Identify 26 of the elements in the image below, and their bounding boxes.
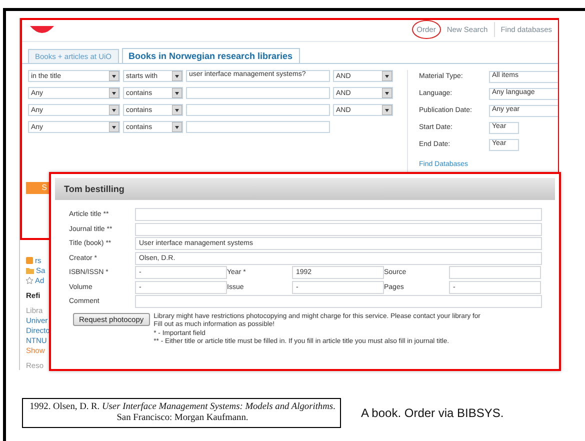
dropdown-arrow-icon bbox=[172, 71, 182, 81]
input-field[interactable] bbox=[135, 295, 542, 308]
dropdown-arrow-icon bbox=[109, 88, 119, 98]
input-field[interactable] bbox=[449, 266, 541, 280]
dropdown-arrow-icon bbox=[109, 105, 119, 115]
dropdown-arrow-icon bbox=[382, 88, 392, 98]
input-field[interactable] bbox=[135, 222, 542, 236]
search-input[interactable] bbox=[186, 104, 330, 116]
dialog-title: Tom bestilling bbox=[55, 178, 555, 200]
dropdown-arrow-icon bbox=[172, 122, 182, 132]
dropdown-arrow-icon bbox=[109, 122, 119, 132]
tab[interactable]: Books in Norwegian research libraries bbox=[122, 48, 300, 63]
star-icon bbox=[26, 277, 33, 284]
dropdown-arrow-icon bbox=[172, 88, 182, 98]
dropdown-arrow-icon bbox=[382, 105, 392, 115]
input-field[interactable] bbox=[135, 208, 542, 222]
search-input[interactable] bbox=[186, 121, 330, 133]
dropdown-arrow-icon bbox=[172, 105, 182, 115]
feed-icon bbox=[26, 257, 33, 264]
folder-icon bbox=[26, 267, 34, 274]
citation-text: 1992. Olsen, D. R. User Interface Management Systems: Models and Algorithms. San Francisco: Morgan Kaufmann. bbox=[22, 398, 341, 428]
search-input[interactable] bbox=[186, 87, 330, 99]
dropdown-arrow-icon bbox=[382, 71, 392, 81]
logo-icon bbox=[30, 26, 54, 34]
caption-text: A book. Order via BIBSYS. bbox=[361, 406, 504, 420]
dropdown-arrow-icon bbox=[109, 71, 119, 81]
